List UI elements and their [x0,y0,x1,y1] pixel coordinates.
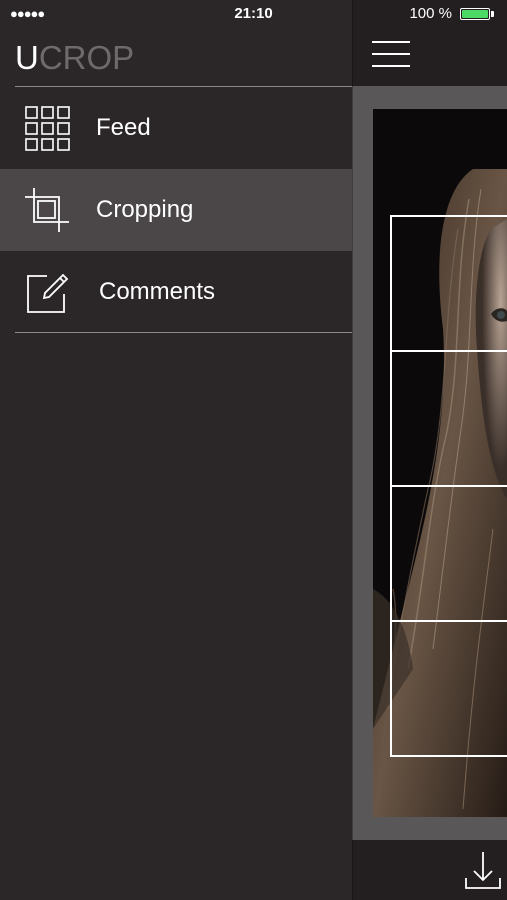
crop-grid[interactable] [390,215,507,757]
side-drawer: UCROP Feed Cropping Comments [0,0,352,900]
main-panel [352,0,507,900]
divider [15,332,352,333]
menu-item-feed[interactable]: Feed [0,87,352,169]
battery-icon [460,8,490,20]
battery-tip [491,11,494,17]
crop-grid-line [392,350,507,352]
grid-icon [25,105,70,151]
app-logo: UCROP [15,40,134,76]
app-screen: UCROP Feed Cropping Comments ●●●●● 21:10… [0,0,507,900]
menu-item-cropping[interactable]: Cropping [0,169,352,251]
logo-letter-u: U [15,39,39,76]
menu-item-label: Comments [99,278,216,305]
crop-grid-line [392,485,507,487]
download-icon[interactable] [463,850,503,892]
crop-icon [25,187,70,233]
menu-item-label: Cropping [96,196,194,223]
drawer-menu: Feed Cropping Comments [0,87,352,333]
main-footer [352,840,507,900]
battery-level [462,10,488,18]
menu-item-comments[interactable]: Comments [0,251,352,333]
status-bar: ●●●●● 21:10 100 % [0,0,507,30]
menu-item-label: Feed [96,114,151,141]
hamburger-menu-icon[interactable] [372,38,412,70]
battery-percentage: 100 % [409,5,452,22]
logo-letters-crop: CROP [38,39,135,76]
edit-icon [25,270,70,315]
crop-grid-line [392,620,507,622]
